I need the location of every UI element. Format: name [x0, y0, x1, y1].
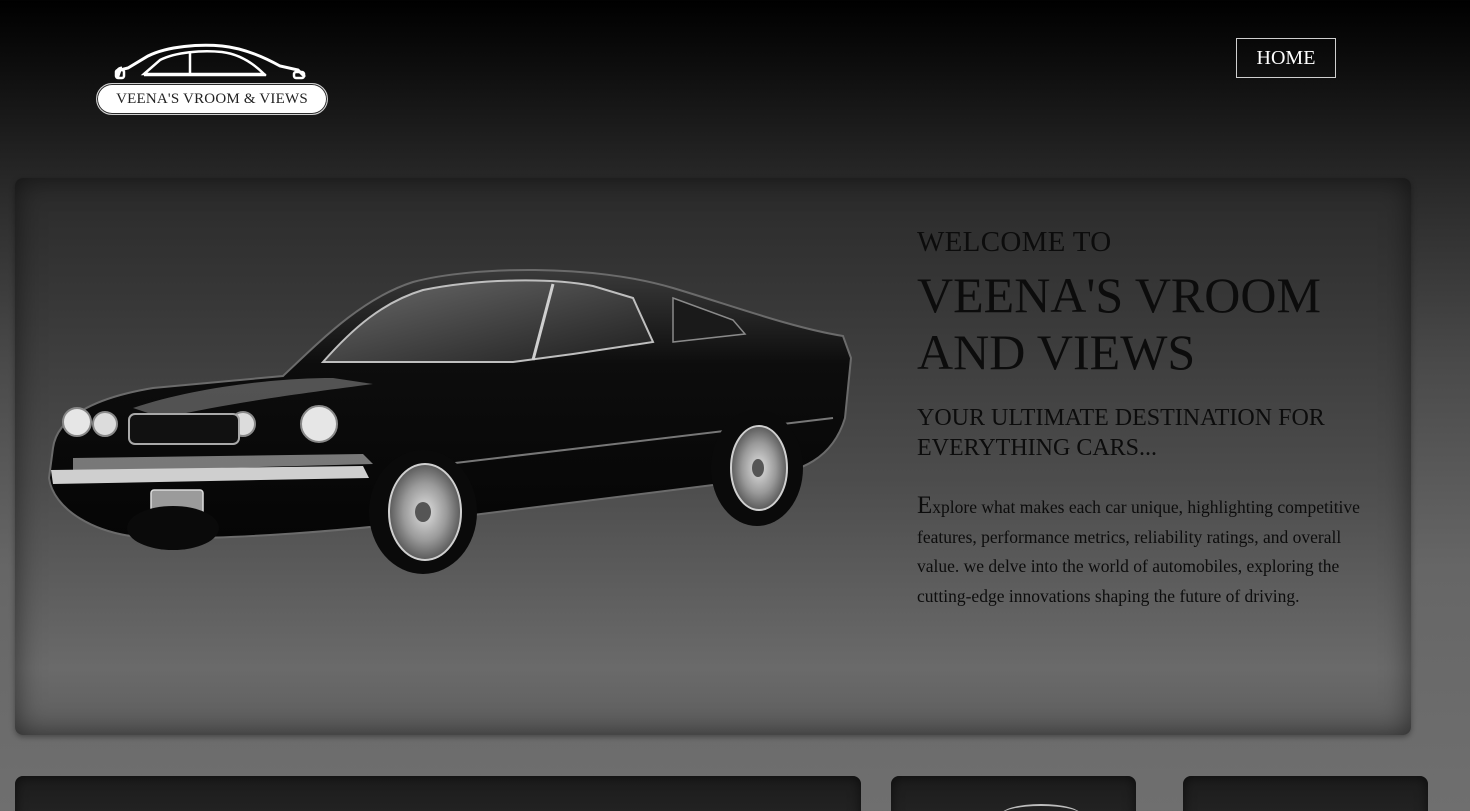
description-body: xplore what makes each car unique, highl…	[917, 497, 1360, 606]
feature-card-large	[15, 776, 861, 811]
site-title-line2: AND VIEWS	[917, 324, 1196, 380]
feature-card-small-1	[891, 776, 1136, 811]
site-title: VEENA'S VROOM AND VIEWS	[917, 267, 1377, 381]
hero-text: WELCOME TO VEENA'S VROOM AND VIEWS YOUR …	[917, 226, 1377, 611]
car-outline-icon	[114, 43, 306, 80]
tagline: YOUR ULTIMATE DESTINATION FOR EVERYTHING…	[917, 403, 1377, 463]
nav-home-link[interactable]: HOME	[1236, 38, 1336, 78]
feature-card-small-2	[1183, 776, 1428, 811]
logo-text: VEENA'S VROOM & VIEWS	[96, 83, 328, 115]
hero-section: WELCOME TO VEENA'S VROOM AND VIEWS YOUR …	[15, 178, 1411, 735]
tagline-line1: YOUR ULTIMATE DESTINATION FOR	[917, 405, 1325, 431]
card-image-preview	[1001, 804, 1081, 811]
welcome-heading: WELCOME TO	[917, 226, 1112, 258]
site-logo[interactable]: VEENA'S VROOM & VIEWS	[96, 42, 328, 116]
site-title-line1: VEENA'S VROOM	[917, 267, 1321, 323]
hero-description: Explore what makes each car unique, high…	[917, 491, 1365, 611]
car-image	[47, 268, 853, 574]
tagline-line2: EVERYTHING CARS...	[917, 435, 1158, 461]
description-dropcap: E	[917, 492, 933, 519]
